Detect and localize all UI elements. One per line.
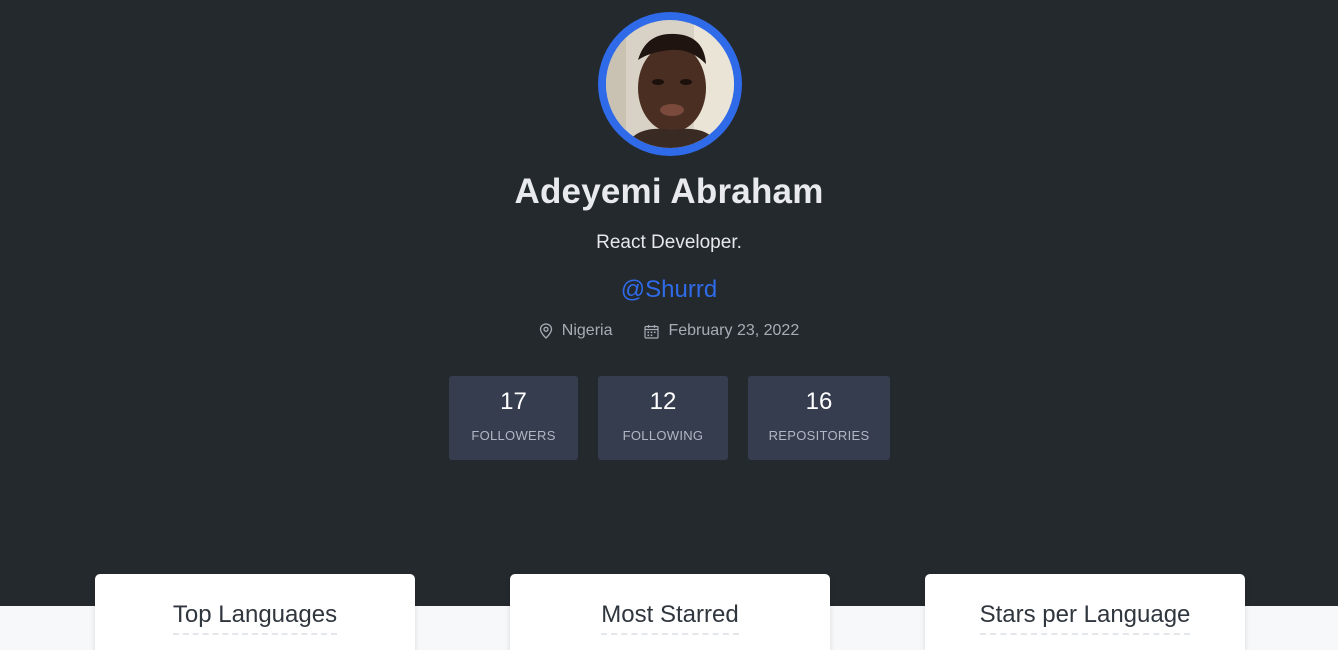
profile-meta: Nigeria February 23, 2022	[0, 322, 1338, 340]
avatar-ring	[598, 12, 742, 156]
top-languages-card: Top Languages	[95, 574, 415, 650]
avatar[interactable]	[606, 20, 734, 148]
stats-row: 17 FOLLOWERS 12 FOLLOWING 16 REPOSITORIE…	[449, 376, 890, 460]
stars-per-language-title: Stars per Language	[979, 601, 1191, 635]
location-text: Nigeria	[561, 322, 613, 339]
stars-per-language-card: Stars per Language	[925, 574, 1245, 650]
map-pin-icon	[539, 323, 552, 339]
stat-repositories[interactable]: 16 REPOSITORIES	[748, 376, 890, 460]
most-starred-title: Most Starred	[601, 601, 739, 635]
profile-bio: React Developer.	[596, 232, 742, 253]
location-item: Nigeria	[539, 322, 613, 340]
profile-name: Adeyemi Abraham	[514, 172, 824, 211]
stat-following-value: 12	[649, 388, 677, 415]
joined-item: February 23, 2022	[644, 322, 799, 340]
profile-handle-link[interactable]: @Shurrd	[0, 276, 1338, 304]
profile-header: Adeyemi Abraham React Developer. @Shurrd…	[0, 0, 1338, 606]
top-languages-title: Top Languages	[172, 601, 338, 635]
stat-followers-label: FOLLOWERS	[471, 428, 556, 443]
stat-repositories-value: 16	[805, 388, 833, 415]
stat-followers-value: 17	[500, 388, 527, 415]
stat-following[interactable]: 12 FOLLOWING	[598, 376, 728, 460]
stat-repositories-label: REPOSITORIES	[768, 428, 870, 443]
joined-date-text: February 23, 2022	[668, 322, 800, 339]
most-starred-card: Most Starred	[510, 574, 830, 650]
stat-followers[interactable]: 17 FOLLOWERS	[449, 376, 578, 460]
calendar-icon	[644, 324, 660, 339]
stat-following-label: FOLLOWING	[622, 428, 704, 443]
